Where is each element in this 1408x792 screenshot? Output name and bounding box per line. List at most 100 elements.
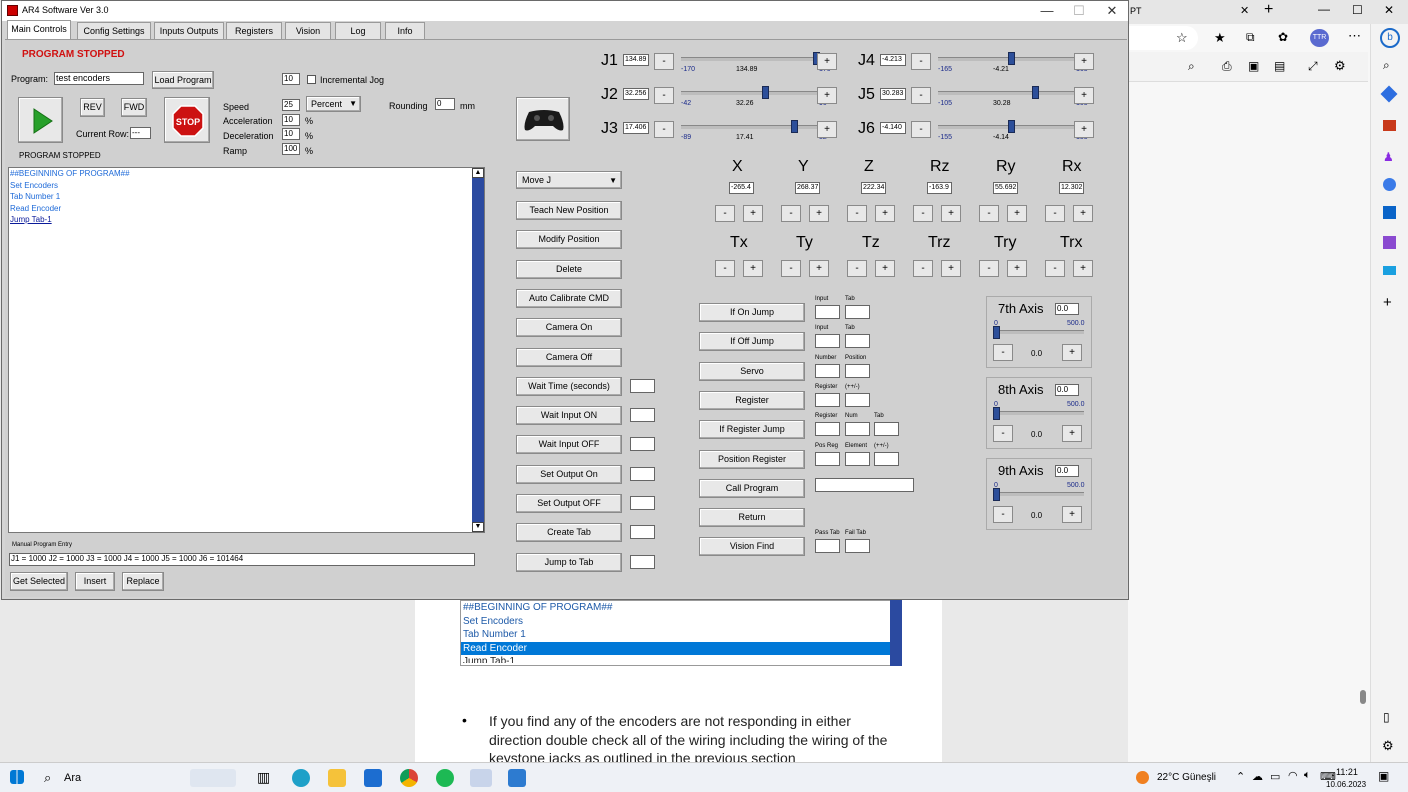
axis-value-input[interactable]: 0.0 <box>1055 384 1079 396</box>
axis-slider[interactable] <box>994 330 1084 334</box>
logic-button-vision-find[interactable]: Vision Find <box>699 537 805 557</box>
joint-minus-button[interactable]: - <box>654 87 674 104</box>
settings-icon[interactable]: ⚙ <box>1334 58 1346 74</box>
joint-plus-button[interactable]: + <box>1074 121 1094 138</box>
collections-icon[interactable]: ⧉ <box>1246 30 1255 45</box>
cmd-input[interactable] <box>630 466 655 481</box>
windows-start-icon[interactable] <box>10 770 24 784</box>
axis-plus-button[interactable]: + <box>1062 344 1082 361</box>
cart-minus-button[interactable]: - <box>715 205 735 222</box>
axis-slider-thumb[interactable] <box>993 326 1000 339</box>
cmd-button-wait-input-on[interactable]: Wait Input ON <box>516 406 622 426</box>
cmd-button-modify-position[interactable]: Modify Position <box>516 230 622 250</box>
speaker-icon[interactable]: 🔈︎ <box>1304 769 1311 782</box>
program-scrollbar[interactable] <box>472 168 484 532</box>
program-line[interactable]: Tab Number 1 <box>9 191 484 203</box>
joint-slider-thumb[interactable] <box>762 86 770 99</box>
joint-plus-button[interactable]: + <box>817 53 837 70</box>
display-icon[interactable]: ▭ <box>1270 770 1280 783</box>
logic-field-input[interactable] <box>845 422 870 437</box>
profile-avatar[interactable]: TTR <box>1310 29 1329 47</box>
tool-minus-button[interactable]: - <box>913 260 933 277</box>
cmd-input[interactable] <box>630 496 655 510</box>
move-type-select[interactable]: Move J ▼ <box>516 171 622 189</box>
office-icon[interactable] <box>1383 178 1396 191</box>
joint-slider-thumb[interactable] <box>1008 52 1016 65</box>
tab-config-settings[interactable]: Config Settings <box>77 22 151 39</box>
minimize-icon[interactable]: — <box>1318 2 1330 16</box>
search-icon[interactable]: ⌕ <box>1188 59 1195 74</box>
axis-minus-button[interactable]: - <box>993 425 1013 442</box>
cmd-input[interactable] <box>630 408 655 423</box>
logic-field-input[interactable] <box>815 305 840 319</box>
new-tab-icon[interactable]: + <box>1264 1 1273 19</box>
outlook-icon[interactable] <box>1383 206 1396 219</box>
favorite-star-icon[interactable]: ☆ <box>1176 30 1188 46</box>
play-button[interactable] <box>18 97 63 143</box>
joint-minus-button[interactable]: - <box>911 87 931 104</box>
tab-info[interactable]: Info <box>385 22 425 39</box>
print-icon[interactable]: ⎙ <box>1222 59 1232 74</box>
joint-slider-thumb[interactable] <box>790 120 798 133</box>
logic-field-input[interactable] <box>845 451 870 466</box>
logic-field-input[interactable] <box>845 539 870 554</box>
logic-field-input[interactable] <box>815 363 840 378</box>
axis-plus-button[interactable]: + <box>1062 506 1082 523</box>
axis-plus-button[interactable]: + <box>1062 425 1082 442</box>
speed-unit-select[interactable]: Percent ▼ <box>306 96 361 112</box>
joint-minus-button[interactable]: - <box>911 53 931 70</box>
speed-input[interactable]: 25 <box>282 99 300 111</box>
python-app-icon[interactable] <box>508 769 526 787</box>
cart-plus-button[interactable]: + <box>1007 205 1027 222</box>
close-icon[interactable]: ✕ <box>1240 4 1249 17</box>
cmd-button-auto-calibrate-cmd[interactable]: Auto Calibrate CMD <box>516 288 622 308</box>
tab-inputs-outputs[interactable]: Inputs Outputs <box>154 22 224 39</box>
manual-entry-input[interactable]: J1 = 1000 J2 = 1000 J3 = 1000 J4 = 1000 … <box>9 553 475 566</box>
joint-slider[interactable] <box>681 91 831 95</box>
logic-button-position-register[interactable]: Position Register <box>699 449 805 469</box>
settings-icon[interactable]: ⚙ <box>1382 738 1394 754</box>
incremental-jog-checkbox[interactable] <box>307 75 316 84</box>
taskbar-search-text[interactable]: Ara <box>64 772 81 784</box>
designer-icon[interactable] <box>1383 236 1396 249</box>
load-program-button[interactable]: Load Program <box>152 71 214 89</box>
ramp-input[interactable]: 100 <box>282 143 300 155</box>
logic-button-register[interactable]: Register <box>699 390 805 410</box>
tool-plus-button[interactable]: + <box>941 260 961 277</box>
cart-plus-button[interactable]: + <box>809 205 829 222</box>
favorites-icon[interactable]: ★ <box>1214 30 1226 46</box>
scroll-down-icon[interactable]: ▼ <box>472 522 484 532</box>
logic-field-input[interactable] <box>815 539 840 554</box>
logic-field-input[interactable] <box>874 422 899 437</box>
more-menu-icon[interactable]: ⋯ <box>1348 28 1361 44</box>
task-view-icon[interactable]: ▥ <box>257 769 270 786</box>
cmd-button-camera-off[interactable]: Camera Off <box>516 347 622 367</box>
add-icon[interactable]: + <box>1383 294 1392 311</box>
axis-slider[interactable] <box>994 492 1084 496</box>
logic-button-return[interactable]: Return <box>699 508 805 528</box>
axis-minus-button[interactable]: - <box>993 506 1013 523</box>
maximize-icon[interactable]: ☐ <box>1352 3 1363 17</box>
mail-icon[interactable] <box>364 769 382 787</box>
joint-minus-button[interactable]: - <box>654 53 674 70</box>
cart-plus-button[interactable]: + <box>875 205 895 222</box>
scroll-up-icon[interactable]: ▲ <box>472 168 484 178</box>
tab-log[interactable]: Log <box>335 22 381 39</box>
close-button[interactable]: ✕ <box>1095 2 1129 20</box>
deceleration-input[interactable]: 10 <box>282 128 300 140</box>
logic-field-input[interactable] <box>874 451 899 466</box>
axis-minus-button[interactable]: - <box>993 344 1013 361</box>
stop-button[interactable]: STOP <box>164 97 210 143</box>
cmd-button-delete[interactable]: Delete <box>516 259 622 279</box>
joint-slider-thumb[interactable] <box>1031 86 1039 99</box>
bottom-button-1[interactable]: Get Selected <box>10 572 68 591</box>
wifi-icon[interactable]: ◠ <box>1288 769 1298 782</box>
cart-minus-button[interactable]: - <box>913 205 933 222</box>
cmd-button-wait-input-off[interactable]: Wait Input OFF <box>516 435 622 455</box>
tool-minus-button[interactable]: - <box>979 260 999 277</box>
logic-field-input[interactable] <box>845 334 870 349</box>
logic-button-servo[interactable]: Servo <box>699 361 805 381</box>
clock-date[interactable]: 10.06.2023 <box>1326 780 1366 789</box>
games-icon[interactable]: ♟ <box>1383 150 1394 164</box>
logic-field-input[interactable] <box>845 392 870 407</box>
